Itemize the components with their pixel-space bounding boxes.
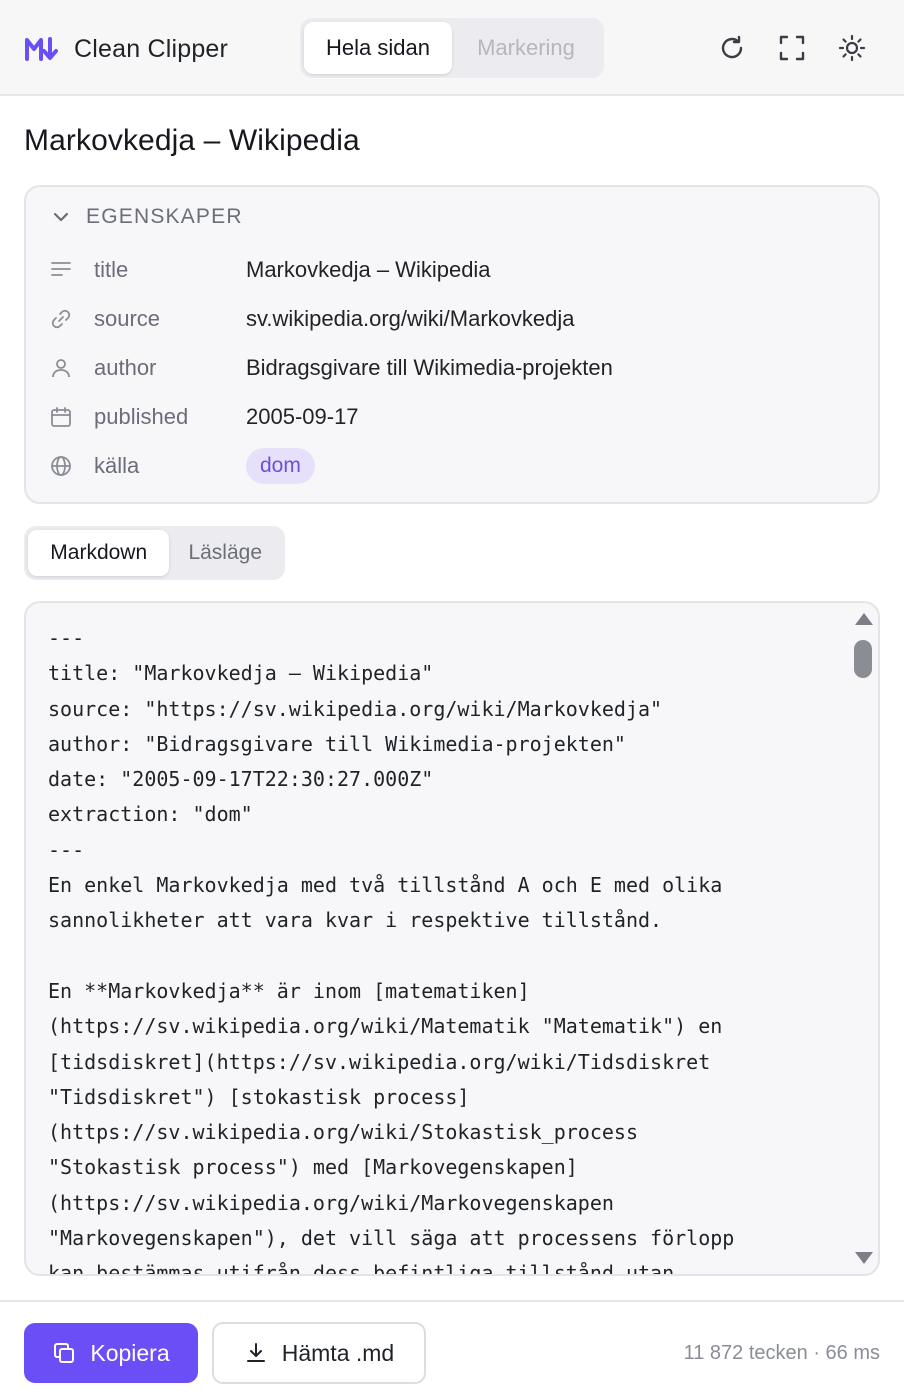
property-key: källa	[94, 453, 140, 478]
user-icon	[48, 355, 74, 381]
text-lines-icon	[48, 257, 74, 283]
scrollbar[interactable]	[848, 603, 878, 1274]
refresh-icon[interactable]	[714, 30, 750, 66]
copy-button[interactable]: Kopiera	[24, 1323, 198, 1383]
properties-toggle[interactable]: EGENSKAPER	[50, 205, 243, 229]
download-md-button[interactable]: Hämta .md	[212, 1322, 426, 1384]
scrollbar-thumb[interactable]	[854, 640, 872, 678]
markdown-text[interactable]: --- title: "Markovkedja – Wikipedia" sou…	[48, 621, 848, 1274]
view-tabs: Markdown Läsläge	[24, 526, 285, 580]
property-value[interactable]: sv.wikipedia.org/wiki/Markovkedja	[246, 306, 575, 332]
property-row-author: author Bidragsgivare till Wikimedia-proj…	[48, 348, 613, 388]
scroll-up-arrow-icon[interactable]	[855, 613, 873, 625]
app-name: Clean Clipper	[74, 34, 229, 63]
scroll-down-arrow-icon[interactable]	[855, 1252, 873, 1264]
brand: Clean Clipper	[24, 30, 228, 68]
mode-switch: Hela sidan Markering	[300, 18, 604, 78]
expand-icon[interactable]	[774, 30, 810, 66]
top-bar: Clean Clipper Hela sidan Markering	[0, 0, 904, 96]
mode-selection-button[interactable]: Markering	[452, 22, 600, 74]
extraction-tag[interactable]: dom	[246, 448, 315, 484]
copy-icon	[52, 1341, 76, 1365]
property-row-title: title Markovkedja – Wikipedia	[48, 250, 491, 290]
property-value[interactable]: 2005-09-17	[246, 404, 359, 430]
link-icon	[48, 306, 74, 332]
property-value: dom	[246, 448, 315, 484]
property-row-published: published 2005-09-17	[48, 397, 359, 437]
globe-icon	[48, 453, 74, 479]
chevron-down-icon	[53, 212, 69, 222]
tab-markdown[interactable]: Markdown	[28, 530, 170, 576]
property-key: source	[94, 306, 161, 331]
footer-bar: Kopiera Hämta .md 11 872 tecken · 66 ms	[0, 1300, 904, 1400]
property-key: published	[94, 404, 189, 429]
property-key: title	[94, 257, 129, 282]
copy-button-label: Kopiera	[90, 1339, 170, 1366]
properties-panel: EGENSKAPER title Markovkedja – Wikipedia…	[24, 185, 880, 504]
property-row-source: source sv.wikipedia.org/wiki/Markovkedja	[48, 299, 575, 339]
properties-heading: EGENSKAPER	[86, 205, 243, 228]
page-title: Markovkedja – Wikipedia	[24, 124, 360, 157]
markdown-output[interactable]: --- title: "Markovkedja – Wikipedia" sou…	[24, 601, 880, 1276]
mode-full-page-button[interactable]: Hela sidan	[304, 22, 452, 74]
property-row-kalla: källa dom	[48, 446, 315, 486]
download-icon	[244, 1341, 268, 1365]
property-value[interactable]: Bidragsgivare till Wikimedia-projekten	[246, 355, 613, 381]
download-button-label: Hämta .md	[281, 1339, 395, 1366]
calendar-icon	[48, 404, 74, 430]
property-value[interactable]: Markovkedja – Wikipedia	[246, 257, 491, 283]
property-key: author	[94, 355, 157, 380]
tab-reading-mode[interactable]: Läsläge	[169, 530, 281, 576]
markdown-logo-icon	[25, 37, 58, 61]
char-count-stats: 11 872 tecken · 66 ms	[683, 1342, 880, 1364]
theme-sun-icon[interactable]	[834, 30, 870, 66]
